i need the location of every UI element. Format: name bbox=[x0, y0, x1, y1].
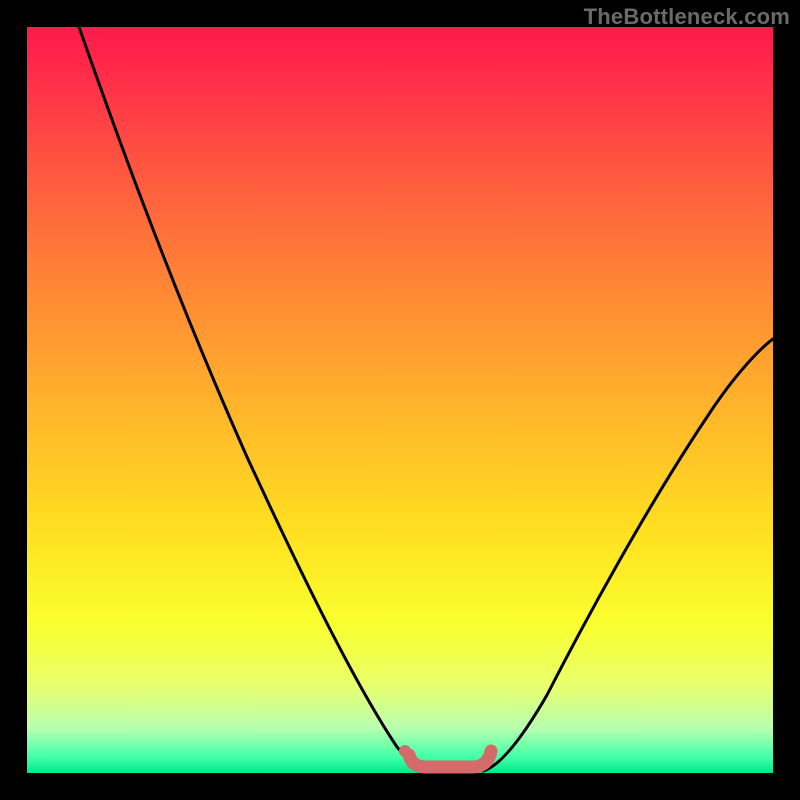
right-curve bbox=[483, 339, 773, 771]
chart-frame bbox=[27, 27, 773, 773]
left-curve bbox=[79, 27, 425, 771]
bottom-accent-path bbox=[409, 751, 491, 767]
bottom-accent-dot bbox=[399, 745, 411, 757]
chart-svg bbox=[27, 27, 773, 773]
watermark-text: TheBottleneck.com bbox=[584, 4, 790, 30]
